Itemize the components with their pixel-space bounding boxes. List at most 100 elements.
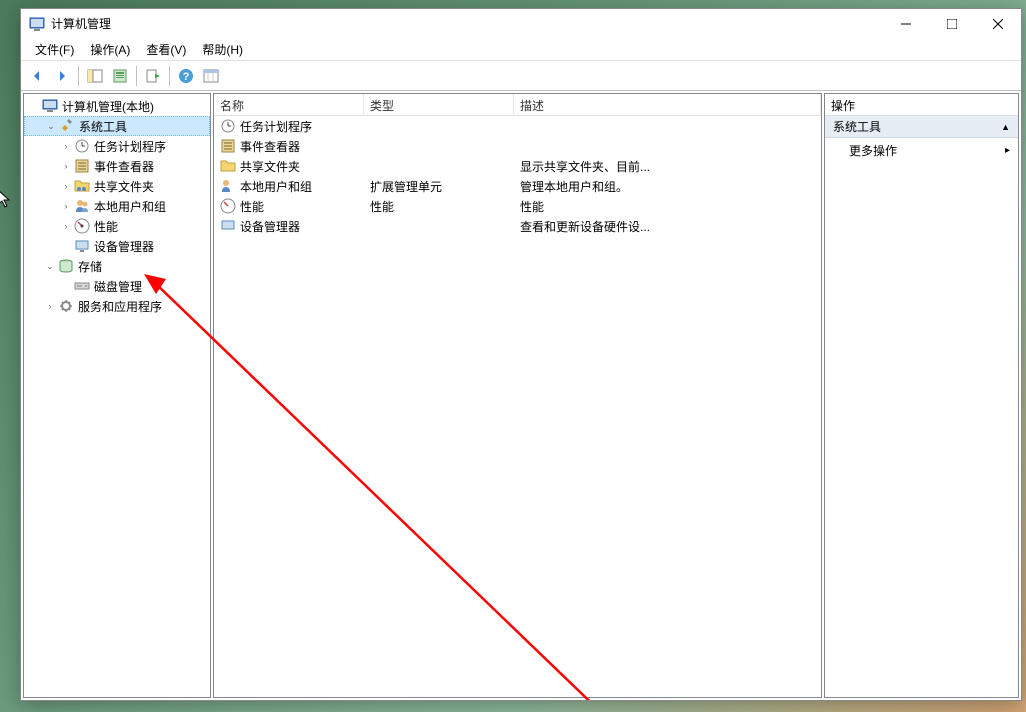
expand-icon[interactable]: ›	[58, 218, 74, 234]
list-item-event-viewer[interactable]: 事件查看器	[214, 136, 821, 156]
menu-file[interactable]: 文件(F)	[27, 39, 82, 60]
list-item-performance[interactable]: 性能 性能 性能	[214, 196, 821, 216]
menu-view[interactable]: 查看(V)	[138, 39, 194, 60]
properties-button[interactable]	[108, 64, 132, 88]
expand-icon[interactable]: ›	[58, 138, 74, 154]
window-title: 计算机管理	[51, 15, 883, 32]
performance-icon	[74, 218, 90, 234]
collapse-icon[interactable]	[26, 98, 42, 114]
device-icon	[74, 238, 90, 254]
list-item-device-manager[interactable]: 设备管理器 查看和更新设备硬件设...	[214, 216, 821, 236]
users-icon	[74, 198, 90, 214]
app-icon	[29, 16, 45, 32]
window-controls	[883, 9, 1021, 39]
cell-type: 性能	[370, 198, 394, 215]
close-button[interactable]	[975, 9, 1021, 39]
view-mode-button[interactable]	[199, 64, 223, 88]
column-description[interactable]: 描述	[514, 94, 821, 115]
main-panel: 名称 类型 描述 任务计划程序 事件查看器 共享文件夹 显示	[213, 93, 822, 698]
list-item-local-users[interactable]: 本地用户和组 扩展管理单元 管理本地用户和组。	[214, 176, 821, 196]
tools-icon	[59, 118, 75, 134]
tree-performance[interactable]: › 性能	[24, 216, 210, 236]
expand-icon[interactable]: ›	[58, 158, 74, 174]
list-body[interactable]: 任务计划程序 事件查看器 共享文件夹 显示共享文件夹、目前... 本地用户和组 …	[214, 116, 821, 697]
collapse-icon: ▲	[1001, 122, 1010, 132]
tree-services-apps[interactable]: › 服务和应用程序	[24, 296, 210, 316]
tree-label: 磁盘管理	[94, 278, 142, 295]
cell-name: 本地用户和组	[240, 178, 312, 195]
tree-storage[interactable]: ⌄ 存储	[24, 256, 210, 276]
expand-icon[interactable]: ›	[58, 178, 74, 194]
tree-task-scheduler[interactable]: › 任务计划程序	[24, 136, 210, 156]
cell-description: 性能	[520, 198, 544, 215]
actions-header: 操作	[825, 94, 1018, 116]
actions-more[interactable]: 更多操作 ▸	[825, 138, 1018, 163]
toolbar-separator	[169, 66, 170, 86]
back-button[interactable]	[25, 64, 49, 88]
tree-disk-management[interactable]: 磁盘管理	[24, 276, 210, 296]
minimize-button[interactable]	[883, 9, 929, 39]
tree-local-users[interactable]: › 本地用户和组	[24, 196, 210, 216]
toolbar-separator	[78, 66, 79, 86]
list-item-task-scheduler[interactable]: 任务计划程序	[214, 116, 821, 136]
cell-name: 性能	[240, 198, 264, 215]
collapse-icon[interactable]: ⌄	[42, 258, 58, 274]
event-log-icon	[74, 158, 90, 174]
users-icon	[220, 178, 236, 194]
column-name[interactable]: 名称	[214, 94, 364, 115]
export-button[interactable]	[141, 64, 165, 88]
tree-label: 系统工具	[79, 118, 127, 135]
cell-description: 显示共享文件夹、目前...	[520, 158, 650, 175]
actions-section-label: 系统工具	[833, 118, 881, 135]
list-header: 名称 类型 描述	[214, 94, 821, 116]
collapse-icon[interactable]: ⌄	[43, 118, 59, 134]
cell-type: 扩展管理单元	[370, 178, 442, 195]
menu-action[interactable]: 操作(A)	[82, 39, 138, 60]
shared-folder-icon	[74, 178, 90, 194]
tree-label: 本地用户和组	[94, 198, 166, 215]
maximize-button[interactable]	[929, 9, 975, 39]
list-item-shared-folders[interactable]: 共享文件夹 显示共享文件夹、目前...	[214, 156, 821, 176]
actions-panel: 操作 系统工具 ▲ 更多操作 ▸	[824, 93, 1019, 698]
tree-event-viewer[interactable]: › 事件查看器	[24, 156, 210, 176]
actions-more-label: 更多操作	[849, 142, 897, 159]
menubar: 文件(F) 操作(A) 查看(V) 帮助(H)	[21, 39, 1021, 61]
device-icon	[220, 218, 236, 234]
clock-icon	[74, 138, 90, 154]
cursor-icon	[0, 190, 14, 210]
toolbar-separator	[136, 66, 137, 86]
content-area: 计算机管理(本地) ⌄ 系统工具 › 任务计划程序 › 事件查看器 › 共享文件…	[21, 91, 1021, 700]
disk-icon	[74, 278, 90, 294]
tree-label: 存储	[78, 258, 102, 275]
services-icon	[58, 298, 74, 314]
cell-name: 任务计划程序	[240, 118, 312, 135]
column-type[interactable]: 类型	[364, 94, 514, 115]
tree-label: 服务和应用程序	[78, 298, 162, 315]
clock-icon	[220, 118, 236, 134]
expand-icon[interactable]: ›	[42, 298, 58, 314]
forward-button[interactable]	[50, 64, 74, 88]
tree-label: 计算机管理(本地)	[62, 98, 154, 115]
event-log-icon	[220, 138, 236, 154]
tree-panel[interactable]: 计算机管理(本地) ⌄ 系统工具 › 任务计划程序 › 事件查看器 › 共享文件…	[23, 93, 211, 698]
expand-icon[interactable]: ›	[58, 198, 74, 214]
storage-icon	[58, 258, 74, 274]
computer-icon	[42, 98, 58, 114]
app-window: 计算机管理 文件(F) 操作(A) 查看(V) 帮助(H)	[20, 8, 1022, 701]
actions-section[interactable]: 系统工具 ▲	[825, 116, 1018, 138]
cell-description: 管理本地用户和组。	[520, 178, 628, 195]
titlebar[interactable]: 计算机管理	[21, 9, 1021, 39]
svg-text:?: ?	[183, 71, 190, 83]
tree-root[interactable]: 计算机管理(本地)	[24, 96, 210, 116]
show-hide-tree-button[interactable]	[83, 64, 107, 88]
tree-system-tools[interactable]: ⌄ 系统工具	[24, 116, 210, 136]
tree-label: 任务计划程序	[94, 138, 166, 155]
toolbar: ?	[21, 61, 1021, 91]
tree-device-manager[interactable]: 设备管理器	[24, 236, 210, 256]
cell-name: 共享文件夹	[240, 158, 300, 175]
chevron-right-icon: ▸	[1005, 145, 1010, 156]
tree-label: 共享文件夹	[94, 178, 154, 195]
tree-shared-folders[interactable]: › 共享文件夹	[24, 176, 210, 196]
menu-help[interactable]: 帮助(H)	[194, 39, 251, 60]
help-button[interactable]: ?	[174, 64, 198, 88]
